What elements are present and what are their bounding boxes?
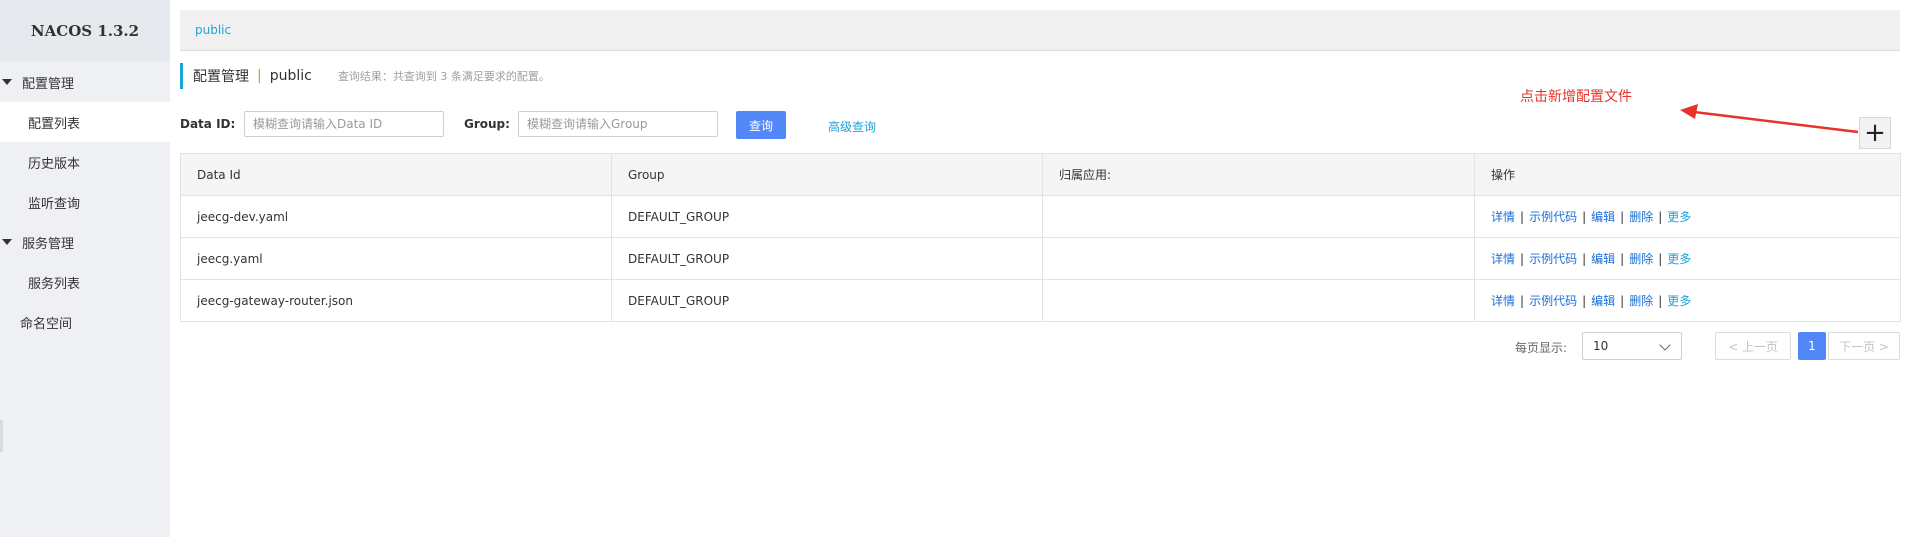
- cell-app: [1042, 279, 1475, 322]
- delete-link[interactable]: 删除: [1629, 294, 1653, 308]
- detail-link[interactable]: 详情: [1491, 252, 1515, 266]
- more-link[interactable]: 更多: [1667, 210, 1691, 224]
- col-header-dataid: Data Id: [180, 153, 612, 196]
- sample-code-link[interactable]: 示例代码: [1529, 294, 1577, 308]
- add-config-button[interactable]: +: [1859, 117, 1891, 149]
- col-header-group: Group: [611, 153, 1043, 196]
- action-separator: |: [1520, 252, 1525, 266]
- sidebar-group-label: 服务管理: [22, 236, 75, 252]
- edit-link[interactable]: 编辑: [1591, 252, 1615, 266]
- action-separator: |: [1620, 252, 1625, 266]
- sidebar-item-service-list[interactable]: 服务列表: [0, 262, 170, 302]
- action-separator: |: [1658, 210, 1663, 224]
- plus-icon: +: [1864, 118, 1886, 148]
- annotation-arrow-icon: [1680, 104, 1859, 134]
- search-bar: Data ID: Group: 查询 高级查询: [180, 111, 1900, 139]
- cell-dataid: jeecg-dev.yaml: [180, 195, 612, 238]
- page-size-select[interactable]: 10: [1582, 332, 1682, 360]
- action-separator: |: [1582, 294, 1587, 308]
- cell-actions: 详情 | 示例代码 | 编辑 | 删除 | 更多: [1474, 237, 1901, 280]
- group-label: Group:: [464, 117, 510, 131]
- per-page-label: 每页显示:: [1515, 341, 1568, 355]
- cell-dataid: jeecg.yaml: [180, 237, 612, 280]
- cell-dataid: jeecg-gateway-router.json: [180, 279, 612, 322]
- next-page-button[interactable]: 下一页 >: [1828, 332, 1900, 360]
- sample-code-link[interactable]: 示例代码: [1529, 252, 1577, 266]
- cell-group: DEFAULT_GROUP: [611, 237, 1043, 280]
- query-button[interactable]: 查询: [736, 111, 786, 139]
- edit-link[interactable]: 编辑: [1591, 210, 1615, 224]
- action-separator: |: [1582, 210, 1587, 224]
- title-accent-bar: [180, 63, 183, 89]
- title-separator: |: [257, 68, 262, 84]
- sidebar-group-label: 配置管理: [22, 76, 75, 92]
- brand-logo: NACOS 1.3.2: [0, 0, 170, 62]
- prev-page-button[interactable]: < 上一页: [1715, 332, 1791, 360]
- detail-link[interactable]: 详情: [1491, 294, 1515, 308]
- action-separator: |: [1582, 252, 1587, 266]
- page-1-button[interactable]: 1: [1798, 332, 1826, 360]
- sidebar-collapse-handle[interactable]: [0, 420, 3, 452]
- table-header-row: Data Id Group 归属应用: 操作: [180, 153, 1901, 196]
- query-result-info: 查询结果：共查询到 3 条满足要求的配置。: [337, 70, 550, 83]
- config-table: Data Id Group 归属应用: 操作 jeecg-dev.yaml DE…: [180, 153, 1901, 322]
- title-namespace: public: [269, 68, 312, 84]
- cell-group: DEFAULT_GROUP: [611, 279, 1043, 322]
- action-separator: |: [1620, 294, 1625, 308]
- sidebar-group-config[interactable]: 配置管理: [0, 62, 170, 102]
- sidebar-item-listener[interactable]: 监听查询: [0, 182, 170, 222]
- caret-down-icon: [2, 239, 12, 245]
- chevron-down-icon: [1659, 339, 1671, 351]
- detail-link[interactable]: 详情: [1491, 210, 1515, 224]
- page-title: 配置管理: [193, 69, 249, 85]
- delete-link[interactable]: 删除: [1629, 210, 1653, 224]
- cell-actions: 详情 | 示例代码 | 编辑 | 删除 | 更多: [1474, 195, 1901, 238]
- namespace-tab-public[interactable]: public: [195, 23, 231, 37]
- table-row: jeecg.yaml DEFAULT_GROUP 详情 | 示例代码 | 编辑 | 删除 | 更…: [180, 237, 1901, 280]
- col-header-actions: 操作: [1474, 153, 1901, 196]
- sidebar: NACOS 1.3.2 配置管理 配置列表 历史版本 监听查询 服务管理 服务列…: [0, 0, 170, 537]
- cell-app: [1042, 195, 1475, 238]
- annotation-text: 点击新增配置文件: [1520, 89, 1632, 105]
- more-link[interactable]: 更多: [1667, 252, 1691, 266]
- dataid-label: Data ID:: [180, 117, 236, 131]
- sidebar-group-service[interactable]: 服务管理: [0, 222, 170, 262]
- advanced-query-link[interactable]: 高级查询: [828, 118, 876, 135]
- cell-group: DEFAULT_GROUP: [611, 195, 1043, 238]
- edit-link[interactable]: 编辑: [1591, 294, 1615, 308]
- sample-code-link[interactable]: 示例代码: [1529, 210, 1577, 224]
- sidebar-item-namespace[interactable]: 命名空间: [0, 302, 170, 342]
- table-row: jeecg-gateway-router.json DEFAULT_GROUP …: [180, 279, 1901, 322]
- namespace-bar: public: [180, 10, 1900, 51]
- action-separator: |: [1658, 294, 1663, 308]
- action-separator: |: [1520, 210, 1525, 224]
- cell-actions: 详情 | 示例代码 | 编辑 | 删除 | 更多: [1474, 279, 1901, 322]
- dataid-input[interactable]: [244, 111, 444, 137]
- action-separator: |: [1658, 252, 1663, 266]
- action-separator: |: [1620, 210, 1625, 224]
- sidebar-item-history[interactable]: 历史版本: [0, 142, 170, 182]
- cell-app: [1042, 237, 1475, 280]
- table-row: jeecg-dev.yaml DEFAULT_GROUP 详情 | 示例代码 | 编辑 |…: [180, 195, 1901, 238]
- page-size-value: 10: [1593, 339, 1609, 353]
- page-title-row: 配置管理 | public 查询结果：共查询到 3 条满足要求的配置。: [180, 63, 550, 89]
- col-header-app: 归属应用:: [1042, 153, 1475, 196]
- action-separator: |: [1520, 294, 1525, 308]
- caret-down-icon: [2, 79, 12, 85]
- delete-link[interactable]: 删除: [1629, 252, 1653, 266]
- more-link[interactable]: 更多: [1667, 294, 1691, 308]
- sidebar-item-config-list[interactable]: 配置列表: [0, 102, 170, 142]
- group-input[interactable]: [518, 111, 718, 137]
